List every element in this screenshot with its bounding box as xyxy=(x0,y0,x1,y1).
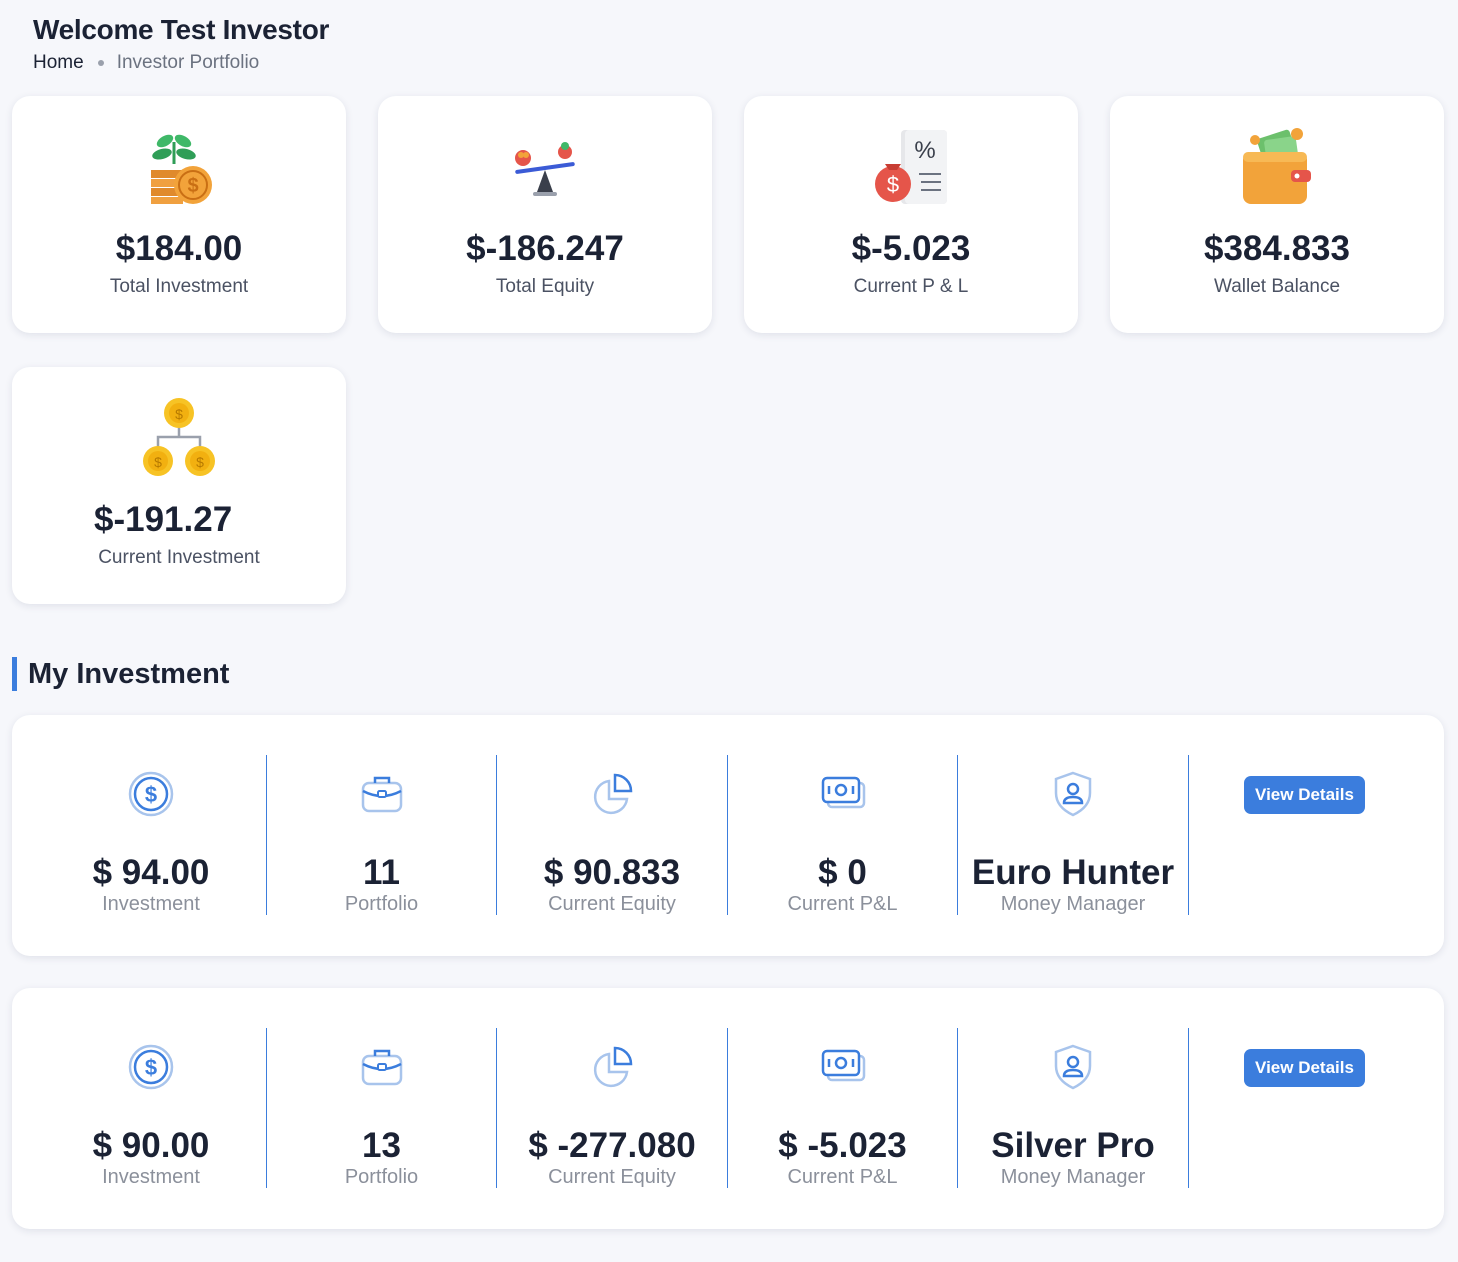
breadcrumb: Home Investor Portfolio xyxy=(33,52,329,74)
view-details-button[interactable]: View Details xyxy=(1244,776,1365,814)
wallet-icon xyxy=(1243,128,1311,204)
stat-value: $-191.27 xyxy=(94,500,233,539)
pnl-column: $ -5.023 Current P&L xyxy=(728,1028,958,1188)
portfolio-label: Portfolio xyxy=(344,893,419,915)
svg-text:$: $ xyxy=(145,782,157,807)
svg-text:$: $ xyxy=(154,454,162,470)
svg-text:%: % xyxy=(914,137,935,164)
stat-card-current-investment: $ $ $ $-191.27 Current Investment xyxy=(12,367,346,604)
investment-column: $ $ 90.00 Investment xyxy=(36,1028,267,1188)
dollar-circle-icon: $ xyxy=(128,771,174,817)
shield-user-icon xyxy=(1054,1044,1092,1090)
dollar-circle-icon: $ xyxy=(128,1044,174,1090)
portfolio-value: 11 xyxy=(363,853,400,892)
svg-text:$: $ xyxy=(175,406,183,422)
pnl-value: $ -5.023 xyxy=(778,1126,907,1165)
investment-label: Investment xyxy=(102,1166,200,1188)
pnl-column: $ 0 Current P&L xyxy=(728,755,958,915)
manager-column: Silver Pro Money Manager xyxy=(958,1028,1189,1188)
shield-user-icon xyxy=(1054,771,1092,817)
view-details-button[interactable]: View Details xyxy=(1244,1049,1365,1087)
stat-value: $384.833 xyxy=(1204,229,1350,268)
investment-value: $ 94.00 xyxy=(92,853,210,892)
stat-label: Total Investment xyxy=(109,276,249,297)
stat-value: $184.00 xyxy=(115,229,243,268)
briefcase-icon xyxy=(361,1049,402,1086)
stat-value: $-5.023 xyxy=(851,229,971,268)
pie-chart-icon xyxy=(593,1046,633,1088)
svg-text:$: $ xyxy=(145,1055,157,1080)
stat-card-total-investment: $ $184.00 Total Investment xyxy=(12,96,346,333)
portfolio-value: 13 xyxy=(362,1126,401,1165)
equity-label: Current Equity xyxy=(548,893,676,915)
equity-value: $ 90.833 xyxy=(543,853,681,892)
money-bag-percent-icon: % $ xyxy=(875,130,947,204)
stat-value: $-186.247 xyxy=(466,229,624,268)
pnl-value: $ 0 xyxy=(818,853,867,892)
balance-scale-icon xyxy=(515,142,575,196)
manager-label: Money Manager xyxy=(1000,1166,1146,1188)
stat-label: Total Equity xyxy=(495,276,595,297)
stat-card-wallet-balance: $384.833 Wallet Balance xyxy=(1110,96,1444,333)
pnl-label: Current P&L xyxy=(787,893,898,915)
banknote-icon xyxy=(821,1049,865,1082)
breadcrumb-separator xyxy=(97,60,104,66)
briefcase-icon xyxy=(361,776,402,813)
page-title: Welcome Test Investor xyxy=(33,14,330,45)
manager-value: Silver Pro xyxy=(991,1126,1155,1165)
equity-column: $ -277.080 Current Equity xyxy=(497,1028,728,1188)
stat-label: Current Investment xyxy=(98,547,260,568)
stat-label: Wallet Balance xyxy=(1213,276,1341,297)
section-title: My Investment xyxy=(12,657,229,691)
manager-value: Euro Hunter xyxy=(971,853,1175,892)
stat-card-total-equity: $-186.247 Total Equity xyxy=(378,96,712,333)
portfolio-label: Portfolio xyxy=(344,1166,419,1188)
svg-text:$: $ xyxy=(887,172,899,197)
banknote-icon xyxy=(821,776,865,809)
investment-column: $ $ 94.00 Investment xyxy=(36,755,267,915)
equity-column: $ 90.833 Current Equity xyxy=(497,755,728,915)
stat-card-current-pnl: % $ $-5.023 Current P & L xyxy=(744,96,1078,333)
svg-text:$: $ xyxy=(187,175,198,197)
svg-text:$: $ xyxy=(196,454,204,470)
investment-label: Investment xyxy=(102,893,200,915)
investment-value: $ 90.00 xyxy=(92,1126,210,1165)
equity-label: Current Equity xyxy=(548,1166,676,1188)
coins-tree-icon: $ $ $ xyxy=(143,398,215,476)
plant-coins-icon: $ xyxy=(151,134,212,204)
equity-value: $ -277.080 xyxy=(528,1126,696,1165)
portfolio-column: 11 Portfolio xyxy=(267,755,497,915)
pie-chart-icon xyxy=(593,773,633,815)
investment-card: $ $ 90.00 Investment 13 Portfolio $ -277… xyxy=(12,988,1444,1229)
pnl-label: Current P&L xyxy=(787,1166,898,1188)
portfolio-column: 13 Portfolio xyxy=(267,1028,497,1188)
stat-label: Current P & L xyxy=(853,276,969,297)
manager-label: Money Manager xyxy=(1000,893,1146,915)
manager-column: Euro Hunter Money Manager xyxy=(958,755,1189,915)
investment-card: $ $ 94.00 Investment 11 Portfolio $ 90.8… xyxy=(12,715,1444,956)
breadcrumb-current: Investor Portfolio xyxy=(116,52,260,73)
page-header: Welcome Test Investor Home Investor Port… xyxy=(33,14,329,74)
breadcrumb-home-link[interactable]: Home xyxy=(33,52,84,74)
